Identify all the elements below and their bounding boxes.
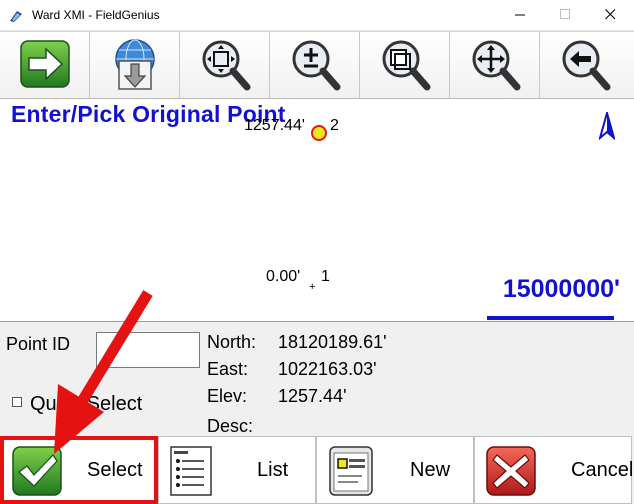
red-x-cancel-icon [486, 446, 536, 496]
new-button[interactable]: New [316, 436, 474, 504]
point-id-label: Point ID [6, 334, 71, 354]
point-info-panel: Point ID Quick Select North: 18120189.61… [0, 322, 634, 436]
zoom-in-out-button[interactable] [270, 32, 360, 98]
point-id-input[interactable] [96, 332, 200, 368]
minimize-icon [515, 14, 525, 16]
cancel-button[interactable]: Cancel [474, 436, 634, 504]
new-button-label: New [410, 459, 451, 481]
point-number-label: 2 [330, 117, 339, 134]
point-cross-marker[interactable]: + [309, 281, 315, 293]
fieldgenius-app-icon [10, 11, 22, 22]
select-from-map-button[interactable] [90, 32, 180, 98]
zoom-previous-button[interactable] [540, 32, 634, 98]
quick-select-checkbox[interactable] [12, 397, 22, 407]
north-value: 18120189.61' [278, 332, 387, 352]
zoom-window-button[interactable] [360, 32, 450, 98]
title-bar: Ward XMI - FieldGenius [0, 0, 634, 31]
close-button[interactable] [588, 0, 634, 30]
close-icon [605, 9, 616, 20]
action-button-bar: Select List New Cancel [0, 436, 634, 504]
map-scale-label: 15000000' [502, 275, 620, 303]
north-arrow-icon [599, 112, 615, 140]
zoom-extents-button[interactable] [180, 32, 270, 98]
next-arrow-button[interactable] [0, 32, 90, 98]
map-toolbar [0, 31, 634, 99]
point-number-label: 1 [321, 268, 330, 285]
north-label: North: [207, 332, 257, 352]
quick-select-label[interactable]: Quick Select [30, 393, 142, 416]
elevation-label: Elev: [207, 386, 248, 406]
east-value: 1022163.03' [278, 359, 377, 379]
list-button-label: List [257, 459, 289, 481]
map-view[interactable]: Enter/Pick Original Point 1257.44' 2 0.0… [0, 99, 634, 322]
cancel-button-label: Cancel [571, 459, 634, 481]
globe-down-arrow-icon [115, 39, 155, 90]
zoom-window-magnifier-icon [382, 40, 431, 91]
list-button[interactable]: List [158, 436, 316, 504]
new-point-icon [329, 446, 373, 496]
east-label: East: [207, 359, 249, 379]
zoom-plus-minus-magnifier-icon [292, 40, 341, 91]
map-scale-bar [487, 316, 614, 320]
selected-point-marker[interactable] [311, 125, 327, 141]
green-right-arrow-icon [20, 40, 70, 88]
select-button-label: Select [87, 459, 143, 481]
point-elevation-label: 1257.44' [244, 117, 305, 134]
description-label: Desc: [207, 416, 254, 436]
window-title: Ward XMI - FieldGenius [32, 8, 160, 22]
zoom-previous-magnifier-icon [562, 40, 611, 91]
minimize-button[interactable] [498, 0, 544, 30]
maximize-icon [560, 9, 570, 19]
elevation-value: 1257.44' [278, 386, 347, 406]
point-elevation-label: 0.00' [266, 268, 301, 285]
pan-magnifier-icon [472, 40, 521, 91]
maximize-button[interactable] [543, 0, 589, 30]
pan-button[interactable] [450, 32, 540, 98]
point-list-icon [170, 446, 212, 496]
green-checkmark-icon [12, 446, 62, 496]
zoom-extents-magnifier-icon [202, 40, 251, 91]
select-button[interactable]: Select [0, 436, 158, 504]
